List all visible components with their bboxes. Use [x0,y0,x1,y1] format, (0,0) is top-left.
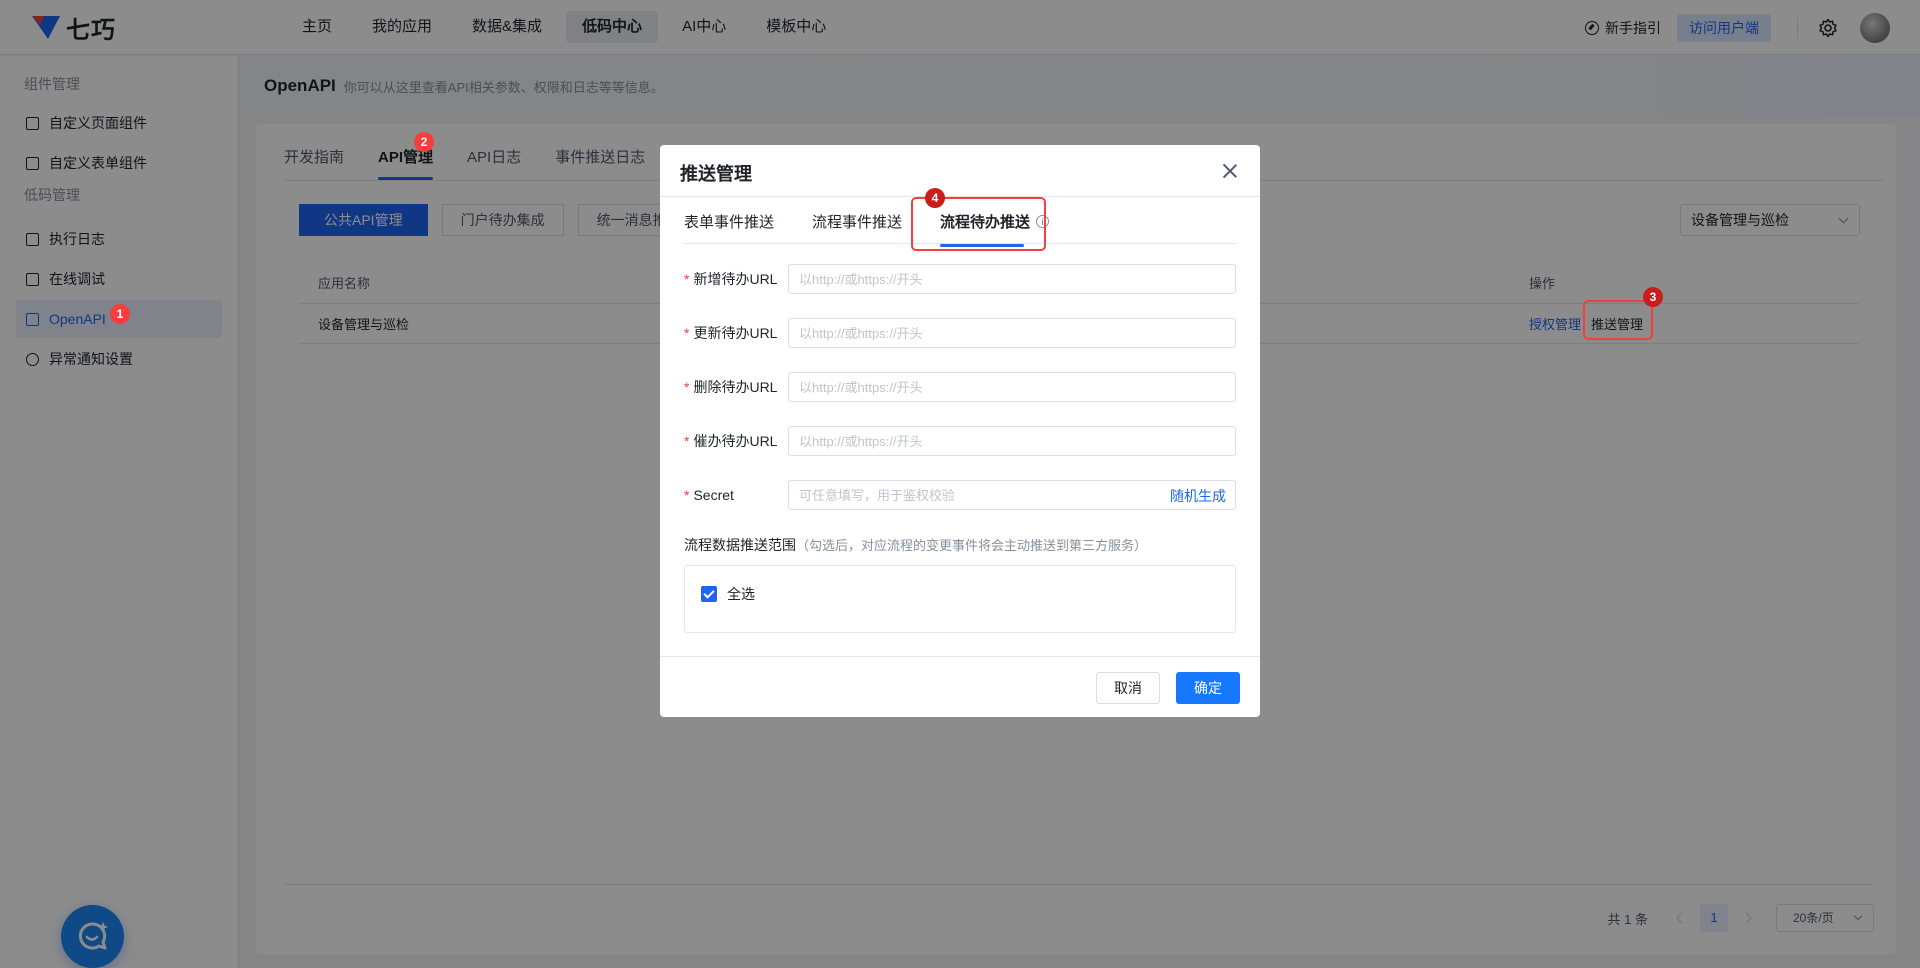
annotation-badge-2: 2 [414,132,434,152]
divider [660,656,1260,657]
annotation-badge-3: 3 [1643,287,1663,307]
update-todo-url-input[interactable] [788,318,1236,348]
scope-hint: （勾选后，对应流程的变更事件将会主动推送到第三方服务） [796,538,1148,553]
dialog-title: 推送管理 [680,164,752,184]
add-todo-url-input[interactable] [788,264,1236,294]
annotation-highlight-push-manage [1583,300,1653,340]
scope-label: 流程数据推送范围（勾选后，对应流程的变更事件将会主动推送到第三方服务） [684,537,1148,553]
urge-todo-url-input[interactable] [788,426,1236,456]
cancel-button[interactable]: 取消 [1096,672,1160,704]
field-label: * 催办待办URL [684,433,778,449]
annotation-badge-4: 4 [925,188,945,208]
secret-input[interactable] [788,480,1236,510]
select-all-checkbox[interactable] [701,586,717,602]
confirm-button[interactable]: 确定 [1176,672,1240,704]
form-row-urge-todo: * 催办待办URL [684,425,1236,457]
select-all-label[interactable]: 全选 [727,584,755,604]
form-row-secret: *Secret 随机生成 [684,479,1236,511]
field-label: * 删除待办URL [684,379,778,395]
form-row-delete-todo: * 删除待办URL [684,371,1236,403]
field-label: * Secret [684,487,734,503]
form-row-add-todo: * 新增待办URL [684,263,1236,295]
close-icon[interactable] [1222,163,1238,179]
delete-todo-url-input[interactable] [788,372,1236,402]
tab-flow-event-push[interactable]: 流程事件推送 [812,211,902,247]
annotation-badge-1: 1 [110,304,130,324]
secret-input-wrap: 随机生成 [788,480,1236,510]
tab-form-event-push[interactable]: 表单事件推送 [684,211,774,247]
scope-box: 全选 [684,565,1236,633]
field-label: * 更新待办URL [684,325,778,341]
field-label: * 新增待办URL [684,271,778,287]
random-generate-link[interactable]: 随机生成 [1170,486,1226,506]
form-row-update-todo: * 更新待办URL [684,317,1236,349]
